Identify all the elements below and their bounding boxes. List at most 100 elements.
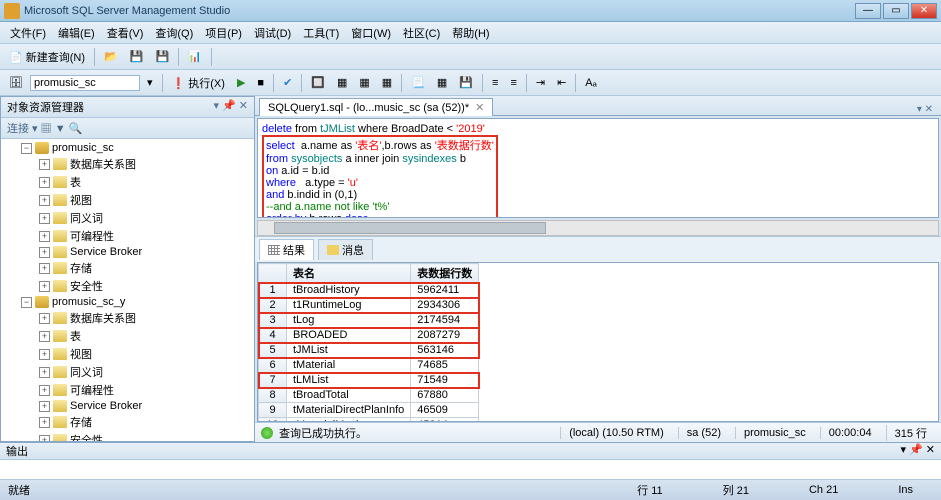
tab-messages[interactable]: 消息 bbox=[318, 239, 373, 260]
corner-cell[interactable] bbox=[259, 264, 287, 283]
cell-name: t1RuntimeLog bbox=[287, 298, 411, 313]
uncomment-icon[interactable]: ≡ bbox=[505, 74, 521, 92]
refresh-icon[interactable]: ▦ ▼ 🔍 bbox=[41, 123, 83, 135]
display-plan-icon[interactable]: ▦ bbox=[332, 73, 352, 92]
open-icon[interactable]: 📂 bbox=[99, 47, 123, 66]
tree-folder[interactable]: +存储 bbox=[3, 259, 252, 277]
tab-close-icon[interactable]: ✕ bbox=[475, 102, 484, 114]
tab-sqlquery1[interactable]: SQLQuery1.sql - (lo...music_sc (sa (52))… bbox=[259, 98, 493, 116]
execute-button[interactable]: ❗ 执行(X) bbox=[167, 72, 230, 94]
cell-rows: 2174594 bbox=[411, 313, 479, 328]
tree-db[interactable]: −promusic_sc_y bbox=[3, 295, 252, 309]
cell-rows: 46509 bbox=[411, 403, 479, 418]
tree[interactable]: −promusic_sc+数据库关系图+表+视图+同义词+可编程性+Servic… bbox=[1, 139, 254, 441]
menu-file[interactable]: 文件(F) bbox=[4, 23, 52, 43]
cell-rows: 5962411 bbox=[411, 283, 479, 298]
outline-icon[interactable]: 🔲 bbox=[306, 73, 330, 92]
tree-folder[interactable]: +可编程性 bbox=[3, 381, 252, 399]
close-button[interactable]: ✕ bbox=[911, 3, 937, 19]
pin-icon[interactable]: ▾ 📌 ✕ bbox=[900, 444, 935, 456]
menu-view[interactable]: 查看(V) bbox=[101, 23, 150, 43]
tree-folder[interactable]: +视图 bbox=[3, 345, 252, 363]
specify-values-icon[interactable]: Aₐ bbox=[580, 74, 601, 92]
table-row[interactable]: 5tJMList563146 bbox=[259, 343, 479, 358]
results-file-icon[interactable]: 💾 bbox=[454, 73, 478, 92]
tree-folder[interactable]: +安全性 bbox=[3, 431, 252, 441]
table-row[interactable]: 2t1RuntimeLog2934306 bbox=[259, 298, 479, 313]
tree-folder[interactable]: +安全性 bbox=[3, 277, 252, 295]
table-row[interactable]: 8tBroadTotal67880 bbox=[259, 388, 479, 403]
indent-icon[interactable]: ⇥ bbox=[531, 73, 550, 92]
tree-folder[interactable]: +可编程性 bbox=[3, 227, 252, 245]
menu-window[interactable]: 窗口(W) bbox=[345, 23, 397, 43]
stop-icon[interactable]: ■ bbox=[252, 74, 269, 92]
include-plan-icon[interactable]: ▦ bbox=[354, 73, 374, 92]
dropdown-icon[interactable]: ▾ bbox=[142, 73, 158, 92]
debug-play-icon[interactable]: ▶ bbox=[232, 73, 250, 92]
col-header[interactable]: 表名 bbox=[287, 264, 411, 283]
menu-community[interactable]: 社区(C) bbox=[397, 23, 446, 43]
tree-folder[interactable]: +同义词 bbox=[3, 363, 252, 381]
new-query-button[interactable]: 📄 新建查询(N) bbox=[4, 46, 90, 68]
results-grid-wrap[interactable]: 表名 表数据行数 1tBroadHistory59624112t1Runtime… bbox=[257, 262, 939, 422]
success-icon bbox=[261, 427, 273, 439]
comment-icon[interactable]: ≡ bbox=[487, 74, 503, 92]
status-ins: Ins bbox=[878, 484, 933, 496]
menu-project[interactable]: 项目(P) bbox=[199, 23, 248, 43]
dock-dropdown-icon[interactable]: ▾ ✕ bbox=[913, 104, 937, 115]
tree-folder[interactable]: +Service Broker bbox=[3, 245, 252, 259]
parse-icon[interactable]: ✔ bbox=[278, 73, 297, 92]
menu-edit[interactable]: 编辑(E) bbox=[52, 23, 101, 43]
tree-folder[interactable]: +表 bbox=[3, 327, 252, 345]
tree-folder[interactable]: +表 bbox=[3, 173, 252, 191]
tree-folder[interactable]: +Service Broker bbox=[3, 399, 252, 413]
tree-folder[interactable]: +视图 bbox=[3, 191, 252, 209]
menu-help[interactable]: 帮助(H) bbox=[446, 23, 495, 43]
cell-rows: 563146 bbox=[411, 343, 479, 358]
table-row[interactable]: 9tMaterialDirectPlanInfo46509 bbox=[259, 403, 479, 418]
table-row[interactable]: 3tLog2174594 bbox=[259, 313, 479, 328]
editor-scrollbar[interactable] bbox=[257, 220, 939, 236]
cell-rows: 2934306 bbox=[411, 298, 479, 313]
query-status-bar: 查询已成功执行。 (local) (10.50 RTM) sa (52) pro… bbox=[255, 422, 941, 442]
tree-folder[interactable]: +数据库关系图 bbox=[3, 309, 252, 327]
status-time: 00:00:04 bbox=[820, 427, 880, 439]
connect-label[interactable]: 连接 ▾ bbox=[7, 123, 38, 135]
results-text-icon[interactable]: 📃 bbox=[406, 73, 430, 92]
table-row[interactable]: 1tBroadHistory5962411 bbox=[259, 283, 479, 298]
save-icon[interactable]: 💾 bbox=[125, 47, 149, 66]
col-header[interactable]: 表数据行数 bbox=[411, 264, 479, 283]
activity-icon[interactable]: 📊 bbox=[183, 47, 207, 66]
cell-name: tLog bbox=[287, 313, 411, 328]
row-number: 1 bbox=[259, 283, 287, 298]
menu-debug[interactable]: 调试(D) bbox=[248, 23, 297, 43]
tree-folder[interactable]: +同义词 bbox=[3, 209, 252, 227]
status-ch: Ch 21 bbox=[789, 484, 858, 496]
menu-query[interactable]: 查询(Q) bbox=[149, 23, 199, 43]
save-all-icon[interactable]: 💾 bbox=[150, 47, 174, 66]
results-grid-icon[interactable]: ▦ bbox=[432, 73, 452, 92]
tab-results[interactable]: 结果 bbox=[259, 239, 314, 260]
pin-icon[interactable]: ▾ 📌 ✕ bbox=[213, 100, 248, 112]
output-panel[interactable] bbox=[0, 460, 941, 480]
menu-tools[interactable]: 工具(T) bbox=[297, 23, 345, 43]
cell-name: tLMList bbox=[287, 373, 411, 388]
row-number: 4 bbox=[259, 328, 287, 343]
tree-folder[interactable]: +存储 bbox=[3, 413, 252, 431]
db-icon: 🗄 bbox=[4, 73, 28, 92]
tree-db[interactable]: −promusic_sc bbox=[3, 141, 252, 155]
tree-folder[interactable]: +数据库关系图 bbox=[3, 155, 252, 173]
minimize-button[interactable]: — bbox=[855, 3, 881, 19]
database-selector[interactable] bbox=[30, 75, 140, 91]
table-row[interactable]: 4BROADED2087279 bbox=[259, 328, 479, 343]
row-number: 9 bbox=[259, 403, 287, 418]
table-row[interactable]: 7tLMList71549 bbox=[259, 373, 479, 388]
cell-rows: 71549 bbox=[411, 373, 479, 388]
stats-icon[interactable]: ▦ bbox=[377, 73, 397, 92]
row-number: 2 bbox=[259, 298, 287, 313]
sql-editor[interactable]: delete from tJMList where BroadDate < '2… bbox=[257, 118, 939, 218]
outdent-icon[interactable]: ⇤ bbox=[552, 73, 571, 92]
table-row[interactable]: 6tMaterial74685 bbox=[259, 358, 479, 373]
document-tabs: SQLQuery1.sql - (lo...music_sc (sa (52))… bbox=[255, 96, 941, 116]
maximize-button[interactable]: ▭ bbox=[883, 3, 909, 19]
